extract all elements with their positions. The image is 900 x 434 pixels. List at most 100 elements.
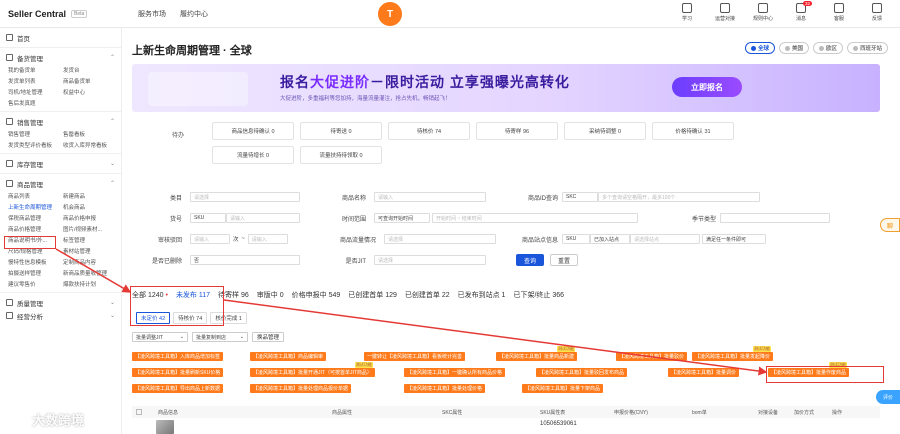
status-card[interactable]: 价格待确认 31 xyxy=(652,122,734,140)
plugin-button[interactable]: 【凌风跨境工具箱】批量开通JIT（可按首单JIT商品） 测试功能 xyxy=(250,362,375,377)
query-button[interactable]: 查询 xyxy=(516,254,544,266)
code-input[interactable]: 请输入 xyxy=(226,213,300,223)
plugin-button[interactable]: 【凌风跨境工具箱】批量下架商品 xyxy=(522,384,604,393)
sidebar-item[interactable]: 发货类型评价看板 xyxy=(8,141,63,149)
traffic-select[interactable]: 请选择 xyxy=(384,234,496,244)
site-info-type-select[interactable]: SKU xyxy=(562,234,590,244)
sidebar-item[interactable]: 慢特性信息模板 xyxy=(8,258,63,266)
review-max-input[interactable]: 请输入 xyxy=(247,234,288,244)
tab-price-declaring[interactable]: 价格申报中 549 xyxy=(292,290,341,300)
id-type-select[interactable]: SKC xyxy=(562,192,598,202)
sidebar-group-product[interactable]: 商品管理 ⌃ xyxy=(0,177,121,190)
plugin-button[interactable]: 一键转让【凌风跨境工具箱】看板统计完善 xyxy=(364,352,466,361)
sidebar-item[interactable]: 机会商品 xyxy=(63,203,118,211)
time-type-select[interactable]: 可查询开始时间 xyxy=(374,213,430,223)
sidebar-group-stock[interactable]: 备货管理 ⌃ xyxy=(0,51,121,64)
plugin-button[interactable]: 【凌风跨境工具箱】入库商品增加标签 xyxy=(132,352,224,361)
sidebar-item[interactable]: 售后发真题 xyxy=(8,99,63,107)
sidebar-item-lifecycle[interactable]: 上新生命周期管理 xyxy=(8,203,63,211)
plugin-button[interactable]: 【凌风跨境工具箱】批量驳价 xyxy=(616,352,688,361)
region-es[interactable]: 西班牙站 xyxy=(846,42,888,54)
status-card[interactable]: 流量待增长 0 xyxy=(212,146,294,164)
sidebar-group-inventory[interactable]: 库存管理 ⌄ xyxy=(0,157,121,170)
status-card[interactable]: 采纳待调整 0 xyxy=(564,122,646,140)
tab-first-order-2[interactable]: 已创建首单 22 xyxy=(405,290,450,300)
tab-published[interactable]: 已发布到站点 1 xyxy=(458,290,506,300)
sidebar-item[interactable]: 商品列表 xyxy=(8,192,63,200)
feedback-button[interactable]: 反馈 xyxy=(864,3,890,22)
id-query-input[interactable]: 多个查询请空格隔开，最多100个 xyxy=(598,192,760,202)
condition-select[interactable]: 满足任一条件即可 xyxy=(702,234,766,244)
sidebar-item[interactable]: 保税商品管理 xyxy=(8,214,63,222)
sidebar-item[interactable]: 建议零售价 xyxy=(8,280,63,288)
support-button[interactable]: 客服 xyxy=(826,3,852,22)
plugin-button[interactable]: 【凌风跨境工具箱】批量驳回发布商品 xyxy=(536,368,628,377)
brand[interactable]: Seller Central Beta xyxy=(0,9,130,19)
sidebar-item[interactable]: 销售管理 xyxy=(8,130,63,138)
sidebar-item[interactable]: 商品价格管理 xyxy=(8,225,63,233)
sidebar-group-quality[interactable]: 质量管理 ⌄ xyxy=(0,296,121,309)
sidebar-item[interactable]: 拍摄送样管理 xyxy=(8,269,63,277)
code-type-select[interactable]: SKU xyxy=(190,213,226,223)
sidebar-item[interactable]: 新建商品 xyxy=(63,192,118,200)
deleted-select[interactable]: 否 xyxy=(190,255,300,265)
status-card[interactable]: 待寄送 0 xyxy=(300,122,382,140)
sidebar-item[interactable]: 商品备货单 xyxy=(63,77,118,85)
sidebar-item[interactable]: 定制商品内容 xyxy=(63,258,118,266)
sidebar-item[interactable]: 司机/地址管理 xyxy=(8,88,63,96)
tab-first-order-1[interactable]: 已创建首单 129 xyxy=(348,290,397,300)
tab-reviewing[interactable]: 审版中 0 xyxy=(257,290,284,300)
ops-button[interactable]: 运营对接 xyxy=(712,3,738,22)
status-card[interactable]: 商品信息待确认 0 xyxy=(212,122,294,140)
nav-fulfillment-center[interactable]: 履约中心 xyxy=(180,9,208,19)
nav-service-market[interactable]: 服务市场 xyxy=(138,9,166,19)
sidebar-group-analysis[interactable]: 经营分析 ⌄ xyxy=(0,309,121,322)
reset-button[interactable]: 重置 xyxy=(550,254,578,266)
table-row[interactable]: 10506539061 xyxy=(132,418,880,434)
site-status-select[interactable]: 已加入站点 xyxy=(590,234,630,244)
plugin-button[interactable]: 【凌风跨境工具箱】一键确认所有商品价格 xyxy=(404,368,506,377)
sidebar-item[interactable]: 发货台 xyxy=(63,66,118,74)
date-range-input[interactable]: 开始时间 ~ 结束时间 xyxy=(432,213,638,223)
name-input[interactable]: 请输入 xyxy=(374,192,486,202)
sidebar-item[interactable]: 图片/视频素材... xyxy=(63,225,118,233)
sidebar-item[interactable]: 素材站管理 xyxy=(63,247,118,255)
season-select[interactable] xyxy=(720,213,830,223)
select-all-checkbox[interactable] xyxy=(136,409,142,415)
swap-product-button[interactable]: 换品管理 xyxy=(252,332,285,342)
promo-banner[interactable]: 报名大促进阶－限时活动 立享强曝光高转化 大促进阶，多重福利等您加持，海量流量灌… xyxy=(132,64,880,112)
plugin-button[interactable]: 【凌风跨境工具箱】批量处理价格 xyxy=(404,384,486,393)
sidebar-item[interactable]: 商品价格申报 xyxy=(63,214,118,222)
region-eu[interactable]: 欧区 xyxy=(812,42,843,54)
site-select[interactable]: 请选择站点 xyxy=(630,234,700,244)
messages-button[interactable]: 消息 32 xyxy=(788,1,814,22)
review-min-input[interactable]: 请输入 xyxy=(190,234,230,244)
sidebar-item[interactable]: 标签管理 xyxy=(63,236,118,244)
sidebar-item[interactable]: 发货单列表 xyxy=(8,77,63,85)
jit-select[interactable]: 请选择 xyxy=(374,255,486,265)
rules-button[interactable]: 规则中心 xyxy=(750,3,776,22)
floating-chat-button[interactable]: 聊 xyxy=(880,218,900,232)
sidebar-item[interactable]: 售罄看板 xyxy=(63,130,118,138)
sidebar-item[interactable]: 收货入库异常看板 xyxy=(63,141,118,149)
sidebar-home[interactable]: 首页 xyxy=(0,31,121,44)
category-select[interactable]: 请选择 xyxy=(190,192,300,202)
batch-jit-select[interactable]: 批量调整JIT ⌄ xyxy=(132,332,188,342)
plugin-button[interactable]: 【凌风跨境工具箱】批量刷新SKU价格 xyxy=(132,368,224,377)
status-card[interactable]: 待核价 74 xyxy=(388,122,470,140)
region-us[interactable]: 美国 xyxy=(778,42,809,54)
batch-copy-select[interactable]: 批量复制到店 ⌄ xyxy=(192,332,248,342)
sidebar-item[interactable]: 新商品质量收管理 xyxy=(63,269,118,277)
sidebar-item[interactable]: 爆款扶持计划 xyxy=(63,280,118,288)
floating-eval-button[interactable]: 评价 xyxy=(876,390,900,404)
status-card[interactable]: 流量扶持待领取 0 xyxy=(300,146,382,164)
status-card[interactable]: 待寄样 96 xyxy=(476,122,558,140)
plugin-button[interactable]: 【凌风跨境工具箱】批量商品新建 测试功能 xyxy=(496,346,578,361)
plugin-button[interactable]: 【凌风跨境工具箱】批量发起降价 测试功能 xyxy=(692,346,774,361)
plugin-button[interactable]: 【凌风跨境工具箱】商品编辑审 xyxy=(250,352,327,361)
sidebar-item[interactable]: 我的备货单 xyxy=(8,66,63,74)
region-global[interactable]: 全球 xyxy=(744,42,775,54)
plugin-button[interactable]: 【凌风跨境工具箱】批量调价 xyxy=(668,368,740,377)
plugin-button[interactable]: 【凌风跨境工具箱】导出商品上新数据 xyxy=(132,384,224,393)
sidebar-group-sales[interactable]: 销售管理 ⌃ xyxy=(0,115,121,128)
